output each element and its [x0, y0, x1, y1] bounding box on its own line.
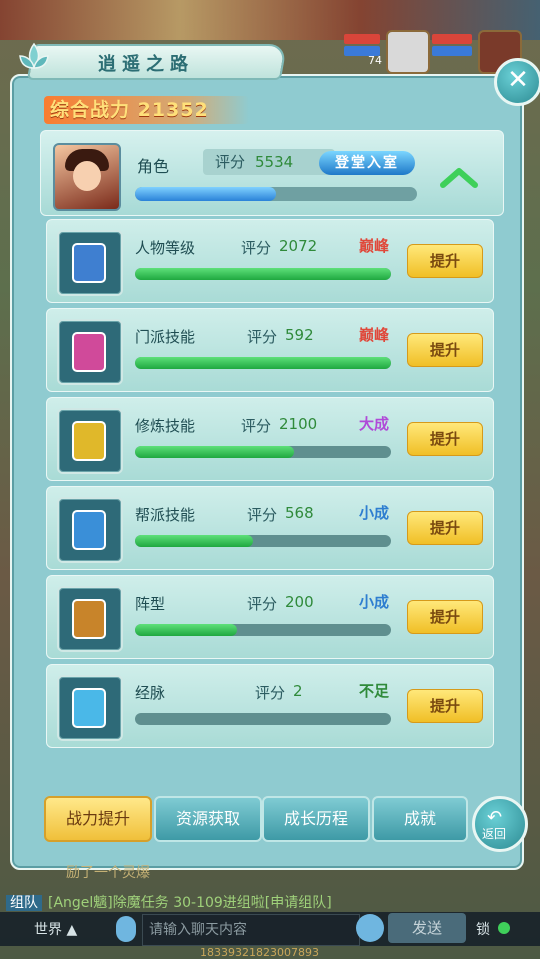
close-icon: ✕: [507, 65, 529, 95]
category-progress-track: [135, 535, 391, 547]
category-rank: 大成: [359, 415, 390, 433]
player-hp-bar: [432, 34, 472, 44]
category-progress-track: [135, 446, 391, 458]
improve-button[interactable]: 提升: [407, 333, 483, 367]
category-progress-fill: [135, 535, 253, 547]
collapse-chevron-up-icon[interactable]: [439, 165, 479, 189]
category-row: 修炼技能 评分 2100 大成 提升: [46, 397, 494, 481]
footer-text: 18339321823007893: [200, 946, 319, 959]
category-progress-fill: [135, 357, 391, 369]
lock-toggle[interactable]: [498, 922, 510, 934]
tab-power-up[interactable]: 战力提升: [44, 796, 152, 842]
chat-message-text: [Angel魑]除魔任务 30-109进组啦[申请组队]: [48, 895, 332, 911]
category-row: 帮派技能 评分 568 小成 提升: [46, 486, 494, 570]
role-summary: 角色 评分 5534 登堂入室: [40, 130, 504, 216]
tab-resources[interactable]: 资源获取: [154, 796, 262, 842]
taiji-book-icon: [57, 586, 123, 652]
close-button[interactable]: ✕: [494, 58, 540, 106]
system-message: 励了一个灵爆: [66, 865, 150, 881]
category-progress-fill: [135, 446, 294, 458]
category-score-label: 评分: [255, 684, 286, 702]
category-name: 阵型: [135, 595, 166, 613]
total-power: 综合战力 21352: [44, 96, 249, 124]
role-score-label: 评分: [215, 153, 246, 171]
category-name: 人物等级: [135, 239, 196, 257]
category-score-label: 评分: [247, 506, 278, 524]
tab-achievements[interactable]: 成就: [372, 796, 468, 842]
category-rank: 巅峰: [359, 326, 390, 344]
category-row: 阵型 评分 200 小成 提升: [46, 575, 494, 659]
category-score-label: 评分: [241, 239, 272, 257]
category-progress-track: [135, 268, 391, 280]
improve-button[interactable]: 提升: [407, 244, 483, 278]
book-person-icon: [57, 230, 123, 296]
lotus-icon: [19, 42, 49, 69]
character-portrait: [53, 143, 121, 211]
category-progress-fill: [135, 268, 391, 280]
back-label: 返回: [482, 827, 507, 841]
category-row: 经脉 评分 2 不足 提升: [46, 664, 494, 748]
category-rank: 巅峰: [359, 237, 390, 255]
category-score-value: 592: [285, 326, 314, 344]
category-score-label: 评分: [241, 417, 272, 435]
category-name: 帮派技能: [135, 506, 196, 524]
panel-title: 逍遥之路: [98, 54, 194, 75]
category-score-label: 评分: [247, 328, 278, 346]
role-label: 角色: [137, 157, 170, 176]
chat-message[interactable]: 组队 [Angel魑]除魔任务 30-109进组啦[申请组队]: [6, 892, 332, 912]
player-mp-bar: [432, 46, 472, 56]
chat-input[interactable]: 请输入聊天内容: [142, 914, 360, 946]
microphone-icon[interactable]: [116, 916, 136, 942]
category-row: 门派技能 评分 592 巅峰 提升: [46, 308, 494, 392]
category-rank: 小成: [359, 593, 390, 611]
category-progress-track: [135, 357, 391, 369]
category-progress-fill: [135, 624, 238, 636]
category-score-label: 评分: [247, 595, 278, 613]
role-progress-track: [135, 187, 417, 201]
category-score-value: 2100: [279, 415, 318, 433]
category-progress-track: [135, 713, 391, 725]
improve-button[interactable]: 提升: [407, 511, 483, 545]
blue-crystal-icon: [57, 675, 123, 741]
pet-avatar[interactable]: [386, 30, 430, 74]
category-rank: 小成: [359, 504, 390, 522]
channel-label: 世界: [34, 922, 62, 938]
improve-button[interactable]: 提升: [407, 422, 483, 456]
pink-spellbook-icon: [57, 319, 123, 385]
tab-growth-history[interactable]: 成长历程: [262, 796, 370, 842]
category-rank: 不足: [359, 682, 390, 700]
role-score-box: 评分 5534: [203, 149, 335, 175]
pet-level: 74: [368, 54, 382, 67]
hp-bar: [344, 34, 380, 44]
golden-orb-icon: [57, 408, 123, 474]
category-progress-track: [135, 624, 391, 636]
category-score-value: 2: [293, 682, 303, 700]
category-row: 人物等级 评分 2072 巅峰 提升: [46, 219, 494, 303]
role-rank-badge: 登堂入室: [319, 151, 415, 175]
back-button[interactable]: ↶ 返回: [472, 796, 528, 852]
send-button[interactable]: 发送: [388, 913, 466, 943]
improve-button[interactable]: 提升: [407, 689, 483, 723]
lock-label: 锁: [476, 922, 490, 938]
guild-book-icon: [57, 497, 123, 563]
category-name: 门派技能: [135, 328, 196, 346]
category-name: 经脉: [135, 684, 166, 702]
team-tag: 组队: [6, 895, 42, 911]
role-score-value: 5534: [255, 153, 294, 171]
emoji-icon[interactable]: [356, 914, 384, 942]
improve-button[interactable]: 提升: [407, 600, 483, 634]
category-score-value: 2072: [279, 237, 318, 255]
category-score-value: 200: [285, 593, 314, 611]
channel-selector[interactable]: 世界 ▲: [34, 919, 77, 939]
category-name: 修炼技能: [135, 417, 196, 435]
category-score-value: 568: [285, 504, 314, 522]
role-progress-fill: [135, 187, 276, 201]
